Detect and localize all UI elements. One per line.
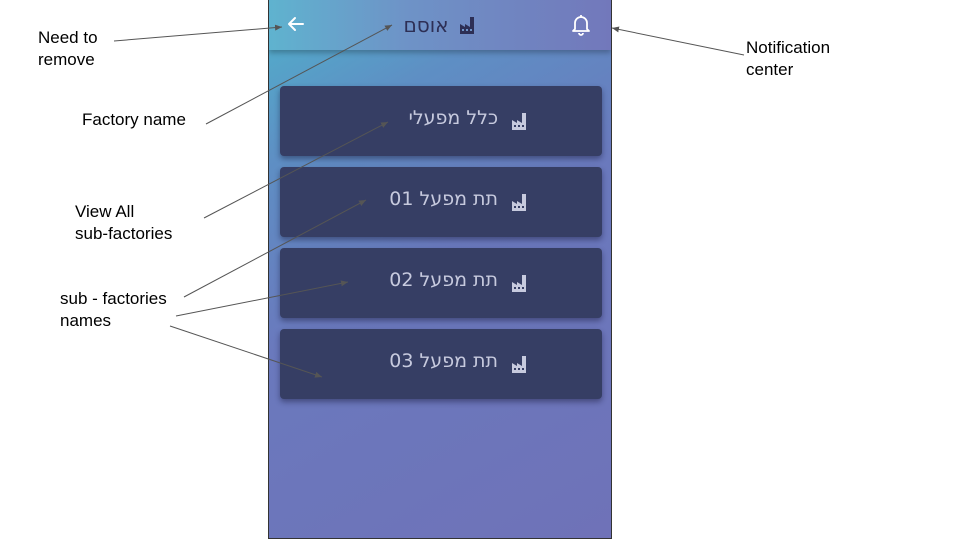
annotation-notification-center: Notification center — [746, 38, 831, 79]
card-label: תת מפעל 02 — [389, 269, 498, 291]
app-bar: אוסם — [269, 0, 611, 50]
sub-factory-card[interactable]: תת מפעל 01 — [280, 167, 602, 237]
factory-name: אוסם — [403, 13, 449, 37]
factory-icon — [512, 113, 526, 130]
sub-factory-card[interactable]: תת מפעל 02 — [280, 248, 602, 318]
factory-icon — [512, 356, 526, 373]
factory-title: אוסם — [369, 12, 513, 38]
phone-screen: אוסם כלל מפעלי תת מפעל 01 תת מפעל 02 תת … — [268, 0, 612, 539]
leader-line — [611, 26, 745, 56]
sub-factory-card[interactable]: תת מפעל 03 — [280, 329, 602, 399]
leader-line — [113, 24, 283, 42]
factory-icon — [459, 17, 474, 34]
annotation-sub-factories-names: sub - factories names — [60, 289, 167, 330]
card-label: תת מפעל 01 — [389, 188, 498, 210]
view-all-sub-factories-button[interactable]: כלל מפעלי — [280, 86, 602, 156]
card-label: כלל מפעלי — [408, 107, 498, 129]
annotation-need-to-remove: Need to remove — [38, 28, 98, 69]
factory-icon — [512, 275, 526, 292]
card-label: תת מפעל 03 — [389, 350, 498, 372]
bell-icon[interactable] — [570, 12, 592, 36]
factory-icon — [512, 194, 526, 211]
annotation-view-all: View All sub-factories — [75, 202, 173, 243]
wireframe-canvas: אוסם כלל מפעלי תת מפעל 01 תת מפעל 02 תת … — [0, 0, 960, 540]
arrow-left-icon[interactable] — [285, 13, 307, 35]
annotation-factory-name: Factory name — [82, 110, 186, 129]
